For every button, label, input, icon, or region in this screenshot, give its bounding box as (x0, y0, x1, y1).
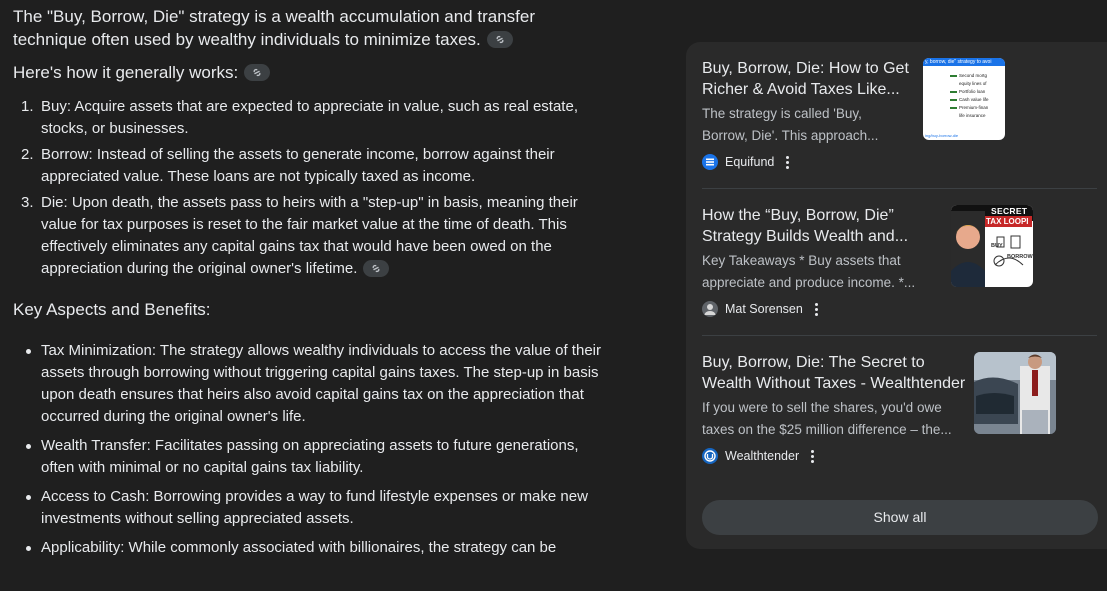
source-thumbnail: SECRET R TAX LOOPI BORROW BUY (951, 205, 1033, 287)
bullet-icon (26, 349, 31, 354)
source-card-wealthtender[interactable]: Buy, Borrow, Die: The Secret to Wealth W… (702, 352, 1091, 464)
ai-answer: The "Buy, Borrow, Die" strategy is a wea… (13, 0, 663, 559)
list-item: Wealth Transfer: Facilitates passing on … (13, 435, 663, 479)
divider (702, 335, 1097, 336)
more-options-icon[interactable] (811, 449, 815, 463)
source-title[interactable]: Buy, Borrow, Die: The Secret to Wealth W… (702, 352, 972, 394)
mat-sorensen-avatar-icon (702, 301, 718, 317)
bullet-icon (26, 546, 31, 551)
source-snippet: If you were to sell the shares, you'd ow… (702, 400, 952, 437)
list-item: Tax Minimization: The strategy allows we… (13, 340, 663, 428)
source-card-equifund[interactable]: Buy, Borrow, Die: How to Get Richer & Av… (702, 58, 1091, 170)
list-item: Applicability: While commonly associated… (13, 537, 663, 559)
list-item: 2. Borrow: Instead of selling the assets… (21, 146, 555, 185)
source-attribution: Wealthtender (702, 448, 1091, 464)
benefits-list: Tax Minimization: The strategy allows we… (13, 340, 663, 559)
source-card-mat-sorensen[interactable]: How the “Buy, Borrow, Die” Strategy Buil… (702, 205, 1091, 317)
link-icon[interactable] (363, 259, 390, 277)
link-icon[interactable] (486, 31, 513, 49)
bullet-icon (26, 495, 31, 500)
source-attribution: Mat Sorensen (702, 301, 1091, 317)
person-photo (951, 211, 985, 287)
steps-list: 1. Buy: Acquire assets that are expected… (13, 96, 663, 280)
how-heading: Here's how it generally works: (13, 61, 663, 84)
sources-panel: Buy, Borrow, Die: How to Get Richer & Av… (686, 42, 1107, 549)
list-item: 3. Die: Upon death, the assets pass to h… (21, 194, 578, 277)
divider (702, 188, 1097, 189)
source-title[interactable]: How the “Buy, Borrow, Die” Strategy Buil… (702, 205, 962, 247)
bullet-icon (26, 444, 31, 449)
key-heading: Key Aspects and Benefits: (13, 300, 211, 319)
source-thumbnail (974, 352, 1056, 434)
show-all-button[interactable]: Show all (702, 500, 1098, 535)
list-item: Access to Cash: Borrowing provides a way… (13, 486, 663, 530)
link-icon[interactable] (244, 64, 271, 82)
more-options-icon[interactable] (814, 302, 818, 316)
source-attribution: Equifund (702, 154, 1091, 170)
source-snippet: Key Takeaways * Buy assets that apprecia… (702, 253, 916, 290)
list-item: 1. Buy: Acquire assets that are expected… (21, 98, 578, 137)
wealthtender-logo-icon (702, 448, 718, 464)
intro-paragraph: The "Buy, Borrow, Die" strategy is a wea… (13, 7, 535, 49)
more-options-icon[interactable] (786, 155, 790, 169)
source-thumbnail: y, borrow, die" strategy to avoi Second … (923, 58, 1005, 140)
equifund-logo-icon (702, 154, 718, 170)
